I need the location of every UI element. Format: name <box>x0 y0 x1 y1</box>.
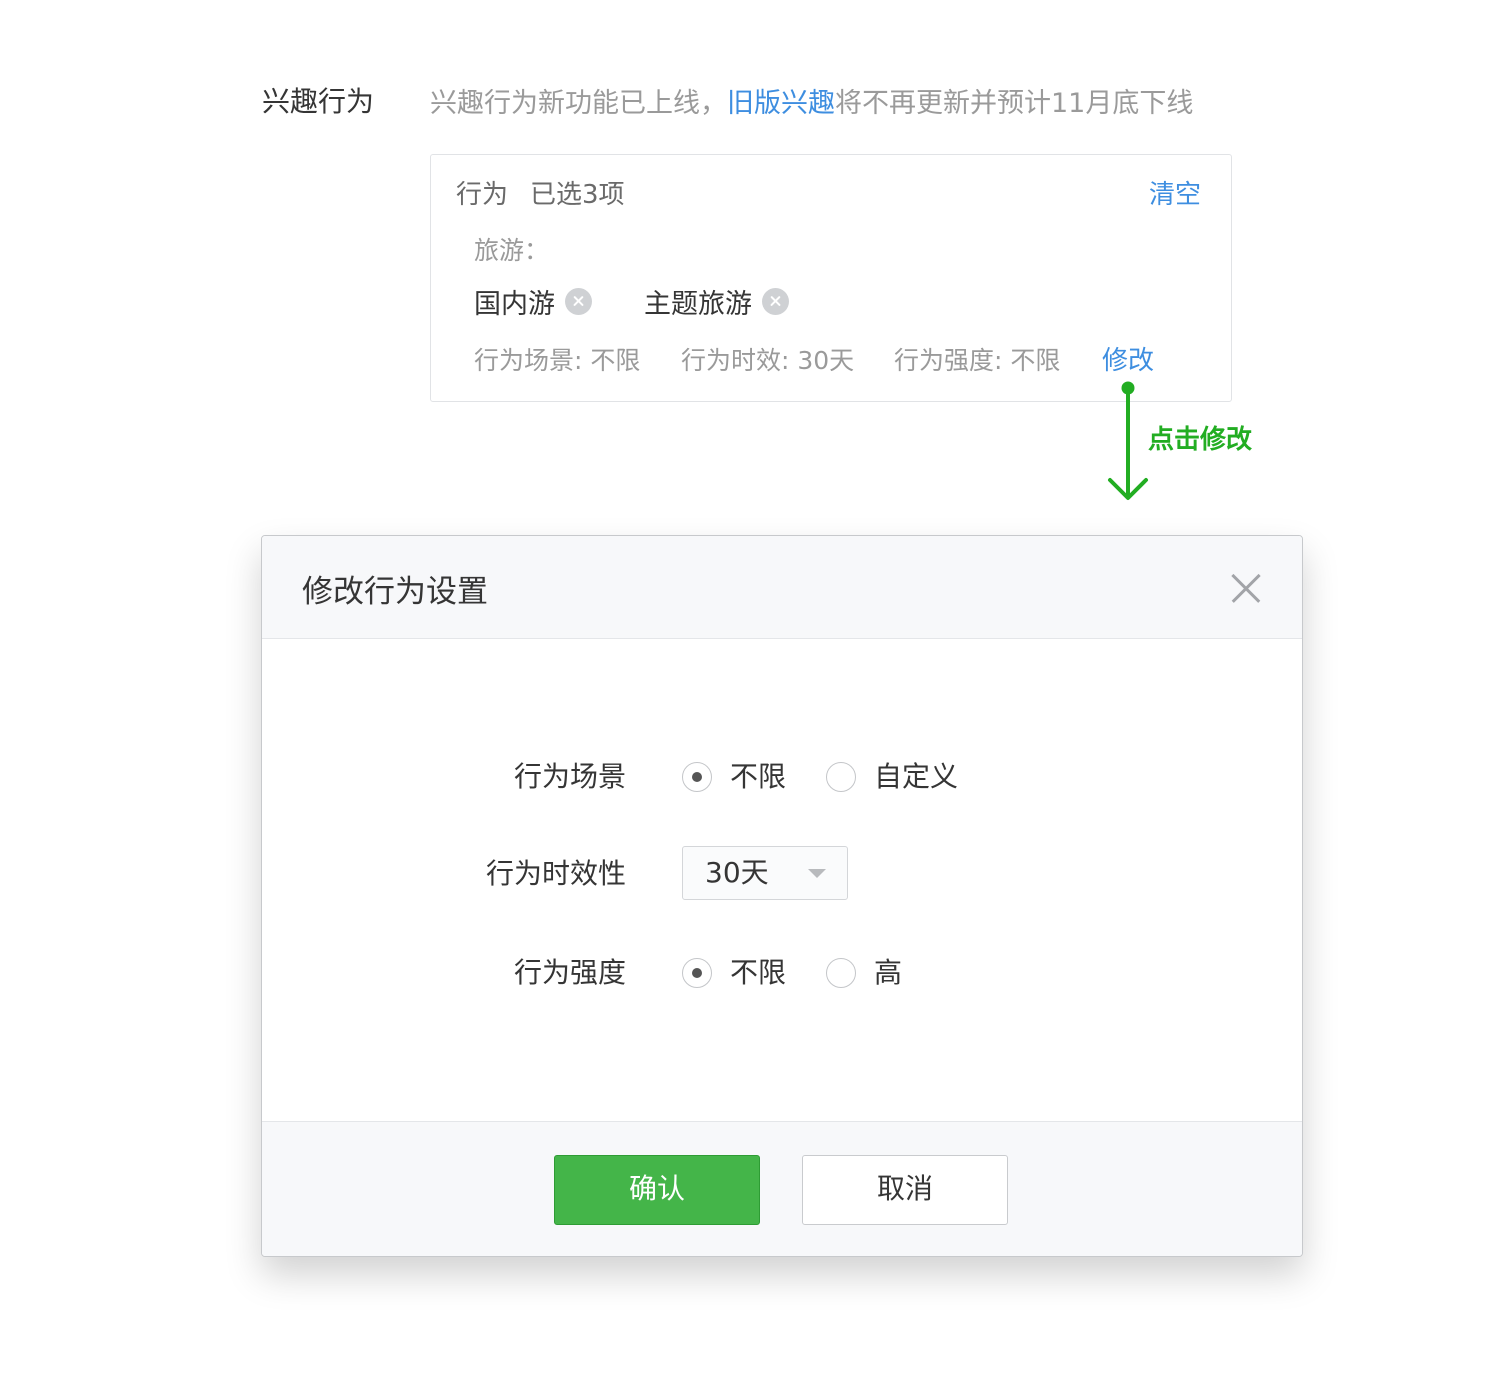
cancel-button[interactable]: 取消 <box>802 1155 1008 1225</box>
legacy-interest-link[interactable]: 旧版兴趣 <box>727 88 835 119</box>
tag-label: 主题旅游 <box>644 288 752 320</box>
validity-value: 30天 <box>705 856 769 889</box>
scene-label: 行为场景 <box>513 760 626 793</box>
scene-option-unlimited[interactable]: 不限 <box>730 757 786 797</box>
intensity-option-unlimited[interactable]: 不限 <box>730 953 786 993</box>
validity-label: 行为时效性 <box>485 857 626 890</box>
close-icon[interactable] <box>1230 572 1262 604</box>
notice-text-tail: 将不再更新并预计11月底下线 <box>835 88 1194 119</box>
dialog-title: 修改行为设置 <box>302 574 488 610</box>
intensity-radio-unlimited[interactable] <box>682 958 712 988</box>
meta-scene: 行为场景: 不限 <box>474 346 641 375</box>
edit-behavior-dialog: 修改行为设置 行为场景 不限 自定义 行为时效性 30天 行为强度 不限 高 确… <box>261 535 1303 1257</box>
behavior-selection-card: 行为 已选3项 清空 旅游： 国内游 主题旅游 行为场景: 不限 行为时效: 30… <box>430 154 1232 402</box>
confirm-button[interactable]: 确认 <box>554 1155 760 1225</box>
upgrade-notice: 兴趣行为新功能已上线，旧版兴趣将不再更新并预计11月底下线 <box>430 84 1193 124</box>
remove-tag-icon[interactable] <box>762 287 789 315</box>
scene-option-custom[interactable]: 自定义 <box>874 757 958 797</box>
section-label: 兴趣行为 <box>262 85 375 118</box>
validity-select[interactable]: 30天 <box>682 846 848 900</box>
tag-label: 国内游 <box>474 288 555 320</box>
meta-validity: 行为时效: 30天 <box>681 346 855 375</box>
scene-radio-custom[interactable] <box>826 762 856 792</box>
remove-tag-icon[interactable] <box>565 287 592 315</box>
intensity-radio-high[interactable] <box>826 958 856 988</box>
notice-text: 兴趣行为新功能已上线， <box>430 88 727 119</box>
intensity-option-high[interactable]: 高 <box>874 953 902 993</box>
tag-item: 国内游 <box>474 283 592 320</box>
dialog-footer: 确认 取消 <box>262 1121 1302 1256</box>
clear-button[interactable]: 清空 <box>1149 177 1201 213</box>
card-title: 行为 已选3项 <box>456 177 625 213</box>
click-edit-hint: 点击修改 <box>1148 425 1253 455</box>
selected-count: 已选3项 <box>530 180 625 210</box>
tag-item: 主题旅游 <box>644 283 789 320</box>
intensity-label: 行为强度 <box>513 956 626 989</box>
scene-radio-unlimited[interactable] <box>682 762 712 792</box>
chevron-down-icon <box>808 869 826 878</box>
meta-intensity: 行为强度: 不限 <box>894 346 1061 375</box>
card-title-label: 行为 <box>456 180 509 210</box>
dialog-header: 修改行为设置 <box>262 536 1302 639</box>
edit-button[interactable]: 修改 <box>1102 343 1154 379</box>
category-label: 旅游： <box>474 236 550 265</box>
